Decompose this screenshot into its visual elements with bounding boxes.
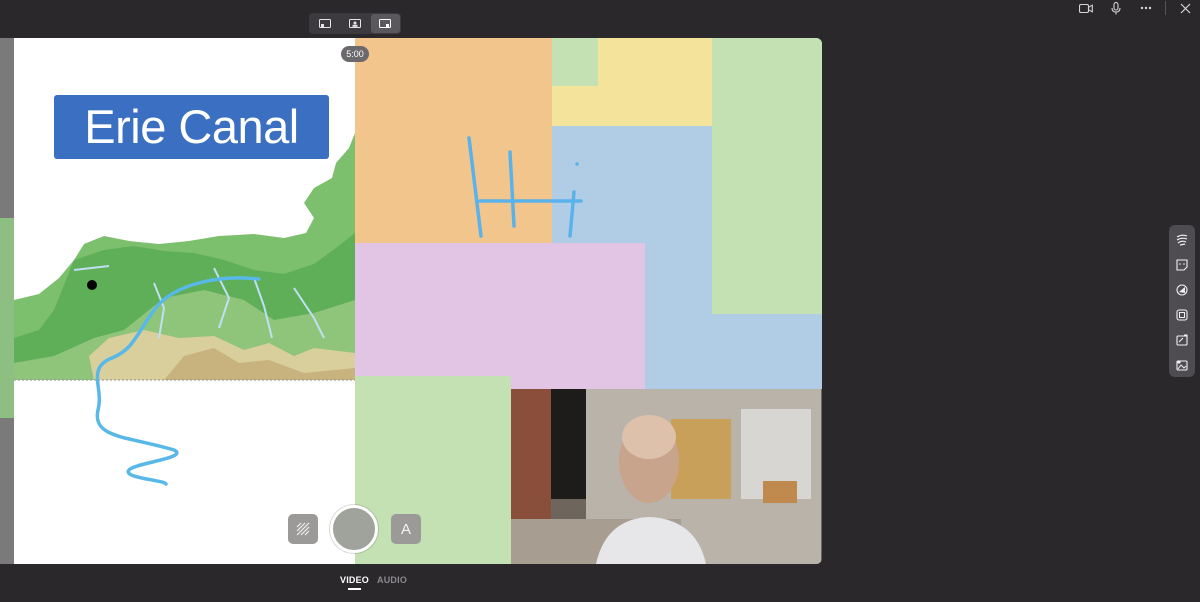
divider [1165, 1, 1166, 15]
text-note-icon [1176, 334, 1188, 346]
presenter-right-layout-button[interactable] [370, 14, 400, 33]
presenter-center-layout-icon [348, 18, 361, 28]
mode-tabs: VIDEO AUDIO [340, 575, 407, 590]
window-controls [1071, 0, 1200, 16]
whiteboard-canvas[interactable]: Erie Canal 5:00 A [14, 38, 822, 564]
timer-badge: 5:00 [341, 46, 369, 62]
sticky-note-icon [1176, 259, 1188, 271]
camera-toggle-button[interactable] [1071, 0, 1101, 16]
presenter-video [511, 389, 822, 564]
close-button[interactable] [1170, 0, 1200, 16]
add-image-tool-button[interactable] [1171, 352, 1193, 377]
background-effects-button[interactable] [288, 514, 318, 544]
record-button-wrap [330, 505, 378, 553]
close-icon [1180, 3, 1190, 13]
pen-icon [1176, 235, 1188, 246]
presenter-left-layout-button[interactable] [310, 14, 339, 33]
record-button[interactable] [330, 505, 378, 553]
stickers-icon [1176, 284, 1188, 296]
stickers-tool-button[interactable] [1171, 278, 1193, 303]
text-note-tool-button[interactable] [1171, 327, 1193, 352]
more-icon [1140, 6, 1152, 10]
more-options-button[interactable] [1131, 0, 1161, 16]
capture-controls [288, 514, 318, 544]
presenter-left-layout-icon [318, 18, 331, 28]
tab-video[interactable]: VIDEO [340, 575, 369, 590]
layout-switcher [309, 13, 401, 34]
text-button-wrap: A [391, 514, 421, 544]
presenter-center-layout-button[interactable] [340, 14, 369, 33]
pen-tool-button[interactable] [1171, 228, 1193, 253]
microphone-toggle-button[interactable] [1101, 0, 1131, 16]
sticky-note-tool-button[interactable] [1171, 253, 1193, 278]
frame-tool-button[interactable] [1171, 302, 1193, 327]
frame-icon [1176, 309, 1188, 321]
background-blur-icon [296, 522, 310, 536]
add-image-icon [1176, 359, 1188, 371]
tab-audio[interactable]: AUDIO [377, 575, 407, 585]
camera-icon [1079, 3, 1093, 13]
webcam-preview [511, 389, 822, 564]
previous-slide-edge [0, 38, 14, 564]
text-tool-button[interactable]: A [391, 514, 421, 544]
tool-rail [1169, 225, 1195, 377]
microphone-icon [1111, 1, 1121, 14]
presenter-right-layout-icon [379, 18, 392, 28]
